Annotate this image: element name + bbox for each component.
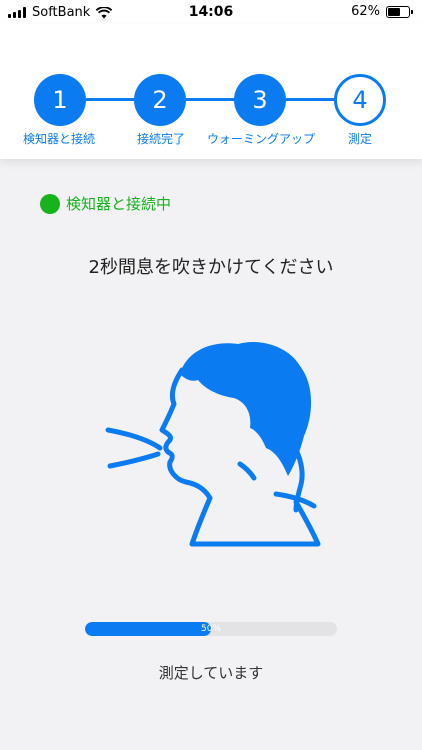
connection-dot-icon bbox=[40, 193, 60, 214]
step-connector bbox=[286, 98, 336, 101]
step-indicator: 1 2 3 4 検知器と接続 接続完了 ウォーミングアップ 測定 bbox=[0, 24, 422, 159]
step-2-circle: 2 bbox=[134, 74, 186, 126]
connection-label: 検知器と接続中 bbox=[66, 195, 172, 213]
measuring-status: 測定しています bbox=[158, 664, 264, 682]
step-4-circle: 4 bbox=[334, 74, 386, 126]
step-connector bbox=[186, 98, 236, 101]
status-right: 62% bbox=[351, 4, 413, 19]
step-connector bbox=[86, 98, 136, 101]
battery-icon bbox=[386, 5, 413, 18]
step-1-circle: 1 bbox=[34, 74, 86, 126]
step-3-circle: 3 bbox=[234, 74, 286, 126]
step-4-label: 測定 bbox=[347, 132, 373, 146]
instruction-text: 2秒間息を吹きかけてください bbox=[88, 257, 334, 278]
step-2-label: 接続完了 bbox=[136, 132, 186, 146]
battery-percent: 62% bbox=[351, 4, 380, 19]
step-1-label: 検知器と接続 bbox=[22, 132, 96, 146]
progress-bar: 50% bbox=[85, 622, 337, 636]
battery-fill bbox=[388, 7, 400, 16]
person-blowing-icon bbox=[105, 342, 321, 547]
connection-status: 検知器と接続中 bbox=[40, 193, 171, 214]
screen: SoftBank 14:06 62% 1 2 3 4 検知器と接続 接続完了 ウ… bbox=[0, 0, 422, 750]
progress-label: 50% bbox=[200, 624, 221, 634]
status-bar: SoftBank 14:06 62% bbox=[0, 0, 422, 24]
step-3-label: ウォーミングアップ bbox=[206, 132, 316, 146]
